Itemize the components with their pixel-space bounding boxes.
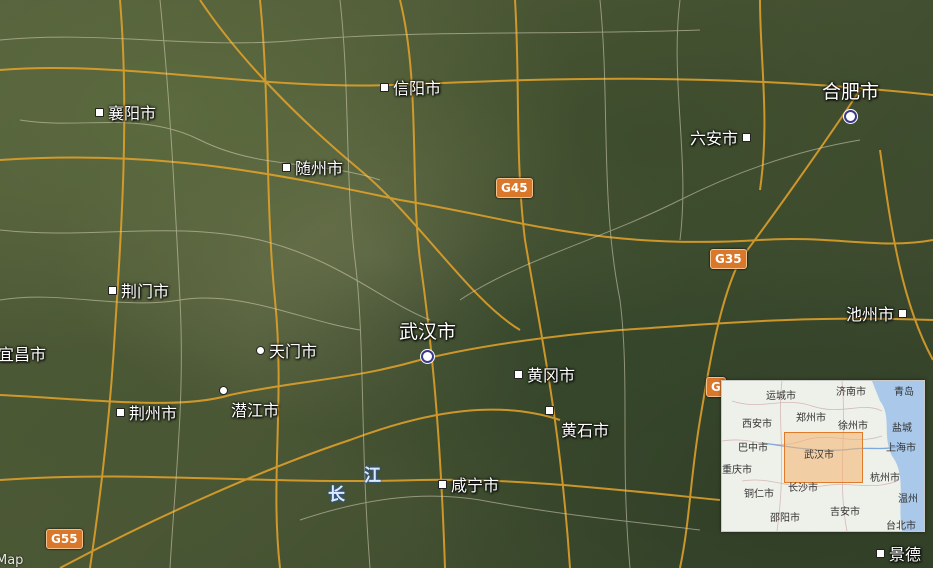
city-xinyang[interactable]: 信阳市 — [380, 75, 441, 99]
map-watermark: Map — [0, 553, 24, 568]
city-xiangyang[interactable]: 襄阳市 — [95, 100, 156, 124]
city-label: 黄石市 — [561, 421, 610, 440]
city-wuhan[interactable]: 武汉市 — [399, 317, 456, 363]
city-marker-icon — [876, 548, 885, 558]
capital-marker-icon — [421, 350, 434, 363]
city-xianning[interactable]: 咸宁市 — [438, 472, 499, 496]
city-jingdezhen[interactable]: 景德 — [876, 541, 921, 565]
city-marker-icon — [95, 107, 104, 117]
city-label: 荆州市 — [129, 404, 178, 423]
city-marker-icon — [116, 407, 125, 417]
city-jingzhou[interactable]: 荆州市 — [116, 400, 177, 424]
city-marker-icon — [380, 82, 389, 92]
city-marker-icon — [438, 479, 447, 489]
overview-city: 杭州市 — [870, 473, 900, 484]
city-marker-icon — [282, 162, 291, 172]
city-label: 合肥市 — [822, 81, 880, 103]
city-label: 天门市 — [269, 342, 318, 361]
city-marker-icon — [256, 345, 265, 355]
river-label-chang: 长 — [328, 485, 345, 505]
city-label: 随州市 — [295, 159, 344, 178]
city-suizhou[interactable]: 随州市 — [282, 155, 343, 179]
city-label: 咸宁市 — [451, 476, 500, 495]
city-marker-icon — [742, 132, 752, 142]
city-label: 景德 — [889, 545, 922, 564]
city-tianmen[interactable]: 天门市 — [256, 338, 317, 362]
city-yichang[interactable]: 宜昌市 — [0, 341, 46, 365]
city-huangshi[interactable]: 黄石市 — [545, 406, 609, 441]
overview-city: 铜仁市 — [744, 489, 774, 500]
overview-city: 运城市 — [766, 391, 796, 402]
city-label: 六安市 — [690, 129, 739, 148]
city-label: 襄阳市 — [108, 104, 157, 123]
capital-marker-icon — [844, 110, 857, 123]
city-huanggang[interactable]: 黄冈市 — [514, 362, 575, 386]
overview-minimap[interactable]: 武汉市 运城市 济南市 青岛 西安市 郑州市 盐城 徐州市 巴中市 上海市 重庆… — [721, 380, 925, 532]
overview-viewport-label: 武汉市 — [804, 450, 834, 461]
city-marker-icon — [219, 386, 228, 395]
city-chizhou[interactable]: 池州市 — [846, 301, 908, 325]
overview-city: 邵阳市 — [770, 513, 800, 524]
city-liuan[interactable]: 六安市 — [690, 125, 752, 149]
overview-city: 长沙市 — [788, 483, 818, 494]
overview-city: 台北市 — [886, 521, 916, 532]
city-label: 荆门市 — [121, 282, 170, 301]
overview-city: 巴中市 — [738, 443, 768, 454]
city-marker-icon — [514, 369, 523, 379]
city-label: 黄冈市 — [527, 366, 576, 385]
river-label-jiang: 江 — [364, 466, 381, 486]
city-hefei[interactable]: 合肥市 — [822, 77, 879, 123]
overview-city: 重庆市 — [722, 465, 752, 476]
overview-city: 徐州市 — [838, 421, 868, 432]
overview-city: 盐城 — [892, 423, 912, 434]
overview-city: 温州 — [898, 494, 918, 505]
city-label: 潜江市 — [231, 401, 280, 420]
highway-shield-g45: G45 — [496, 178, 533, 198]
highway-shield-g55: G55 — [46, 529, 83, 549]
highway-shield-g35: G35 — [710, 249, 747, 269]
city-marker-icon — [108, 285, 117, 295]
city-label: 池州市 — [846, 305, 895, 324]
city-marker-icon — [898, 308, 908, 318]
city-qianjiang[interactable]: 潜江市 — [217, 386, 279, 421]
overview-city: 上海市 — [886, 443, 916, 454]
overview-city: 吉安市 — [830, 507, 860, 518]
city-label: 武汉市 — [399, 321, 457, 343]
city-label: 宜昌市 — [0, 345, 47, 364]
overview-city: 青岛 — [894, 387, 914, 398]
city-jingmen[interactable]: 荆门市 — [108, 278, 169, 302]
city-marker-icon — [545, 406, 554, 415]
overview-city: 西安市 — [742, 419, 772, 430]
overview-city: 郑州市 — [796, 413, 826, 424]
city-label: 信阳市 — [393, 79, 442, 98]
overview-city: 济南市 — [836, 387, 866, 398]
overview-viewport[interactable]: 武汉市 — [784, 432, 863, 483]
map-canvas[interactable]: 信阳市 合肥市 襄阳市 六安市 随州市 荆门市 池州市 武汉市 天门市 宜昌市 … — [0, 0, 933, 568]
